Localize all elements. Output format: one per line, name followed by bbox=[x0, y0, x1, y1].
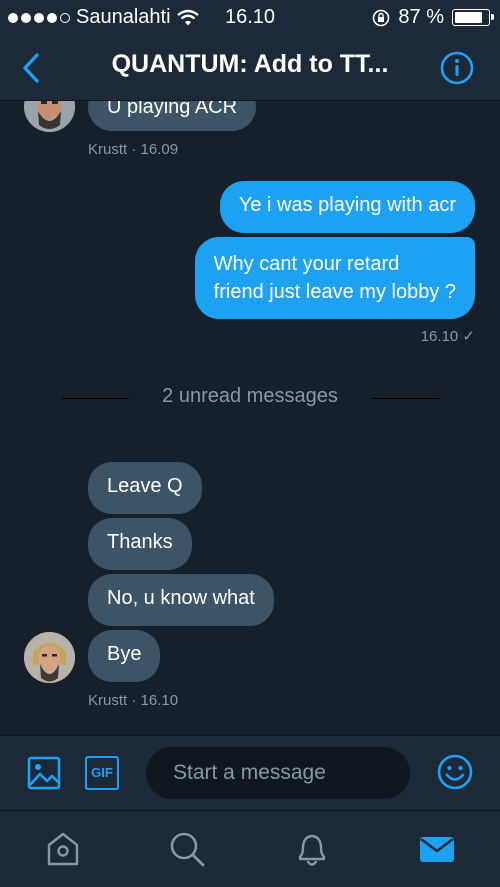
message-bubble-incoming[interactable]: U playing ACR bbox=[88, 101, 257, 131]
envelope-icon[interactable] bbox=[417, 829, 457, 869]
gif-label: GIF bbox=[91, 765, 113, 780]
message-text: Bye bbox=[107, 643, 142, 665]
message-bubble-outgoing[interactable]: Ye i was playing with acr bbox=[219, 181, 475, 233]
unread-divider: 2 unread messages bbox=[162, 385, 338, 407]
avatar[interactable] bbox=[24, 101, 75, 132]
message-text-line: friend just leave my lobby ? bbox=[213, 281, 456, 303]
message-input-placeholder: Start a message bbox=[173, 761, 326, 784]
message-bubble-incoming[interactable]: Bye bbox=[88, 630, 161, 682]
message-bubble-incoming[interactable]: Leave Q bbox=[88, 462, 202, 514]
battery-icon bbox=[452, 9, 494, 26]
message-text: Thanks bbox=[107, 531, 173, 553]
message-composer: GIF Start a message bbox=[0, 735, 500, 810]
info-icon[interactable] bbox=[440, 51, 474, 85]
gif-icon[interactable]: GIF bbox=[85, 756, 119, 790]
message-text: Leave Q bbox=[107, 475, 183, 497]
home-icon[interactable] bbox=[43, 829, 83, 869]
message-input[interactable]: Start a message bbox=[146, 747, 410, 799]
unread-divider-line bbox=[372, 398, 439, 399]
tab-bar bbox=[0, 810, 500, 887]
battery-percent: 87 % bbox=[398, 6, 444, 28]
rotation-lock-icon bbox=[373, 9, 390, 26]
navigation-bar: QUANTUM: Add to TT... bbox=[0, 36, 500, 101]
message-text: Ye i was playing with acr bbox=[238, 194, 456, 216]
image-icon[interactable] bbox=[27, 756, 61, 790]
message-text-line: Why cant your retard bbox=[213, 253, 400, 275]
message-meta: Krustt · 16.10 bbox=[88, 692, 179, 709]
message-text: No, u know what bbox=[107, 587, 255, 609]
battery-group: 87 % bbox=[372, 6, 494, 29]
message-timestamp: 16.10 ✓ bbox=[420, 328, 475, 345]
conversation-title: QUANTUM: Add to TT... bbox=[111, 50, 389, 78]
back-button[interactable] bbox=[18, 50, 46, 86]
message-bubble-outgoing[interactable]: Why cant your retard friend just leave m… bbox=[194, 237, 475, 319]
message-text: U playing ACR bbox=[107, 101, 238, 118]
search-icon[interactable] bbox=[167, 829, 207, 869]
emoji-icon[interactable] bbox=[437, 754, 473, 790]
message-bubble-incoming[interactable]: No, u know what bbox=[88, 574, 274, 626]
bell-icon[interactable] bbox=[292, 829, 332, 869]
conversation-area[interactable]: U playing ACR Krustt · 16.09 Ye i was pl… bbox=[0, 101, 500, 735]
avatar[interactable] bbox=[24, 632, 75, 683]
message-bubble-incoming[interactable]: Thanks bbox=[88, 518, 192, 570]
message-meta: Krustt · 16.09 bbox=[88, 141, 179, 158]
status-bar: Saunalahti 16.10 87 % bbox=[0, 0, 500, 36]
